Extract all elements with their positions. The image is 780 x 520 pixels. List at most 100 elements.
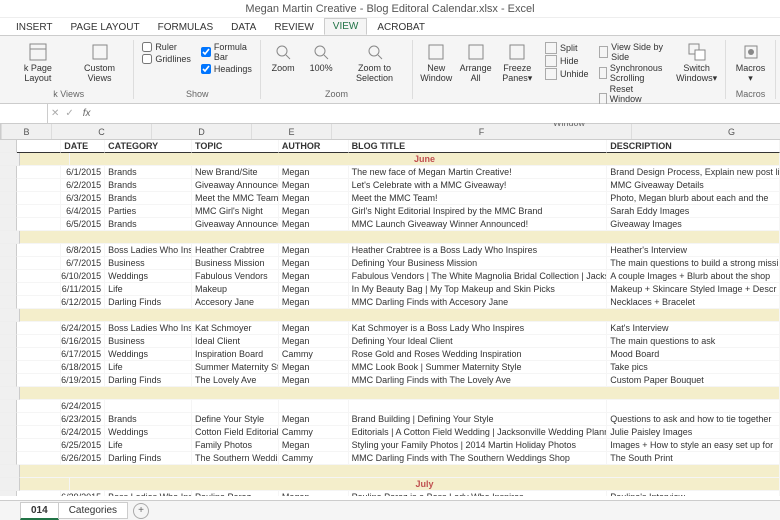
title-cell[interactable]: Fabulous Vendors | The White Magnolia Br…: [349, 270, 608, 283]
row-header[interactable]: [0, 439, 17, 452]
title-cell[interactable]: Heather Crabtree is a Boss Lady Who Insp…: [349, 244, 608, 257]
title-cell[interactable]: MMC Darling Finds with The Lovely Ave: [349, 374, 608, 387]
topic-cell[interactable]: Family Photos: [192, 439, 279, 452]
desc-cell[interactable]: Custom Paper Bouquet: [607, 374, 780, 387]
category-cell[interactable]: Life: [105, 361, 192, 374]
check-formula-bar[interactable]: Formula Bar: [201, 42, 252, 62]
row-header[interactable]: [0, 179, 17, 192]
author-cell[interactable]: Cammy: [279, 426, 349, 439]
desc-cell[interactable]: Heather's Interview: [607, 244, 780, 257]
topic-cell[interactable]: Paulina Perez: [192, 491, 279, 496]
topic-cell[interactable]: Define Your Style: [192, 413, 279, 426]
row-header[interactable]: [0, 296, 17, 309]
ribbon-tab-review[interactable]: REVIEW: [266, 20, 321, 35]
title-cell[interactable]: The new face of Megan Martin Creative!: [349, 166, 608, 179]
header-cell[interactable]: CATEGORY: [105, 140, 192, 153]
formula-input[interactable]: [97, 104, 780, 123]
freeze-panes-button[interactable]: Freeze Panes▾: [498, 40, 537, 86]
zoom-100--button[interactable]: 100%: [305, 40, 337, 76]
row-header[interactable]: [0, 387, 20, 400]
author-cell[interactable]: Cammy: [279, 348, 349, 361]
row-header[interactable]: [0, 335, 17, 348]
author-cell[interactable]: Megan: [279, 491, 349, 496]
check-ruler[interactable]: Ruler: [142, 42, 191, 52]
desc-cell[interactable]: Brand Design Process, Explain new post l…: [607, 166, 780, 179]
date-cell[interactable]: 6/18/2015: [61, 361, 105, 374]
sheet-tab-014[interactable]: 014: [20, 502, 59, 520]
category-cell[interactable]: Boss Ladies Who Inspire: [105, 491, 192, 496]
category-cell[interactable]: Darling Finds: [105, 452, 192, 465]
title-cell[interactable]: Defining Your Ideal Client: [349, 335, 608, 348]
desc-cell[interactable]: A couple Images + Blurb about the shop: [607, 270, 780, 283]
row-header[interactable]: [0, 257, 17, 270]
desc-cell[interactable]: Questions to ask and how to tie together: [607, 413, 780, 426]
row-header[interactable]: [0, 192, 17, 205]
topic-cell[interactable]: Meet the MMC Team: [192, 192, 279, 205]
category-cell[interactable]: Brands: [105, 192, 192, 205]
topic-cell[interactable]: Inspiration Board: [192, 348, 279, 361]
category-cell[interactable]: Brands: [105, 179, 192, 192]
author-cell[interactable]: Megan: [279, 413, 349, 426]
name-box[interactable]: [0, 104, 48, 123]
row-header[interactable]: [0, 309, 20, 322]
row-header[interactable]: [0, 478, 20, 491]
month-label[interactable]: June: [70, 153, 780, 166]
desc-cell[interactable]: Makeup + Skincare Styled Image + Descr: [607, 283, 780, 296]
cancel-icon[interactable]: ✕: [48, 108, 62, 119]
row-header[interactable]: [0, 322, 17, 335]
author-cell[interactable]: Megan: [279, 166, 349, 179]
desc-cell[interactable]: Mood Board: [607, 348, 780, 361]
title-cell[interactable]: Kat Schmoyer is a Boss Lady Who Inspires: [349, 322, 608, 335]
date-cell[interactable]: 6/7/2015: [61, 257, 105, 270]
topic-cell[interactable]: Giveaway Announced: [192, 218, 279, 231]
topic-cell[interactable]: Accesory Jane: [192, 296, 279, 309]
topic-cell[interactable]: Makeup: [192, 283, 279, 296]
accept-icon[interactable]: ✓: [62, 108, 76, 119]
title-cell[interactable]: Girl's Night Editorial Inspired by the M…: [349, 205, 608, 218]
date-cell[interactable]: 6/8/2015: [61, 244, 105, 257]
row-header[interactable]: [0, 205, 17, 218]
topic-cell[interactable]: Summer Maternity Style: [192, 361, 279, 374]
author-cell[interactable]: Megan: [279, 192, 349, 205]
author-cell[interactable]: [279, 400, 349, 413]
ribbon-tab-view[interactable]: VIEW: [324, 18, 368, 35]
category-cell[interactable]: Boss Ladies Who Inspire: [105, 322, 192, 335]
date-cell[interactable]: 6/1/2015: [61, 166, 105, 179]
title-cell[interactable]: Meet the MMC Team!: [349, 192, 608, 205]
custom-views-button[interactable]: Custom Views: [72, 40, 128, 86]
ribbon-tab-data[interactable]: DATA: [223, 20, 264, 35]
unhide-button[interactable]: Unhide: [545, 68, 589, 80]
author-cell[interactable]: Megan: [279, 205, 349, 218]
topic-cell[interactable]: Cotton Field Editorial: [192, 426, 279, 439]
topic-cell[interactable]: Ideal Client: [192, 335, 279, 348]
add-sheet-button[interactable]: +: [133, 503, 149, 519]
title-cell[interactable]: Paulina Perez is a Boss Lady Who Inspire…: [349, 491, 608, 496]
check-gridlines[interactable]: Gridlines: [142, 54, 191, 64]
category-cell[interactable]: Brands: [105, 166, 192, 179]
author-cell[interactable]: Megan: [279, 270, 349, 283]
date-cell[interactable]: 6/23/2015: [61, 413, 105, 426]
row-header[interactable]: [0, 426, 17, 439]
category-cell[interactable]: Darling Finds: [105, 374, 192, 387]
title-cell[interactable]: MMC Launch Giveaway Winner Announced!: [349, 218, 608, 231]
check-headings[interactable]: Headings: [201, 64, 252, 74]
topic-cell[interactable]: The Lovely Ave: [192, 374, 279, 387]
month-label[interactable]: July: [70, 478, 780, 491]
title-cell[interactable]: Defining Your Business Mission: [349, 257, 608, 270]
category-cell[interactable]: Life: [105, 283, 192, 296]
author-cell[interactable]: Megan: [279, 244, 349, 257]
author-cell[interactable]: Megan: [279, 257, 349, 270]
title-cell[interactable]: MMC Look Book | Summer Maternity Style: [349, 361, 608, 374]
category-cell[interactable]: Life: [105, 439, 192, 452]
row-header[interactable]: [0, 348, 17, 361]
view-side-by-side-button[interactable]: View Side by Side: [599, 42, 667, 62]
ribbon-tab-page-layout[interactable]: PAGE LAYOUT: [63, 20, 148, 35]
row-header[interactable]: [0, 270, 17, 283]
sheet-tab-categories[interactable]: Categories: [58, 502, 128, 519]
desc-cell[interactable]: MMC Giveaway Details: [607, 179, 780, 192]
col-header-D[interactable]: D: [152, 124, 252, 139]
desc-cell[interactable]: The main questions to build a strong mis…: [607, 257, 780, 270]
date-cell[interactable]: 6/24/2015: [61, 426, 105, 439]
spreadsheet-grid[interactable]: DATE CATEGORY TOPIC AUTHOR BLOG TITLE DE…: [0, 140, 780, 496]
category-cell[interactable]: Weddings: [105, 426, 192, 439]
